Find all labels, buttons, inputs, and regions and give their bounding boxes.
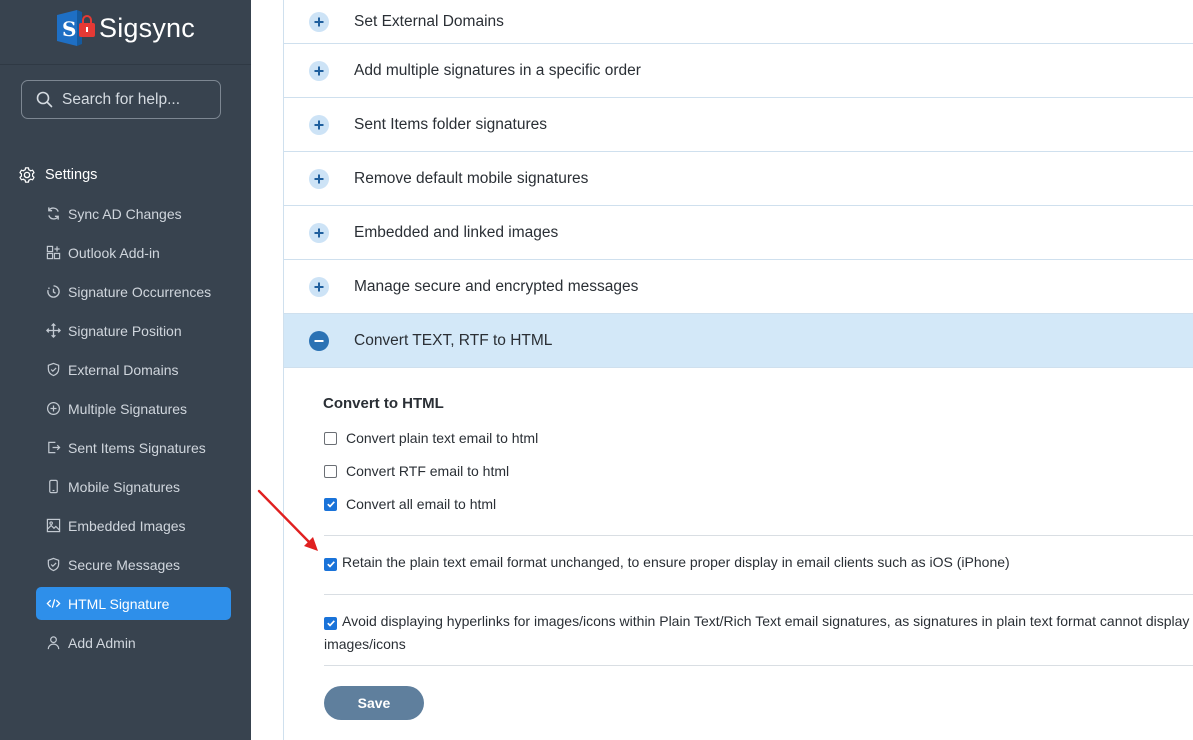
logo[interactable]: S Sigsync — [55, 8, 195, 48]
image-icon — [45, 518, 61, 534]
checkbox-convert-all[interactable] — [324, 497, 337, 511]
sync-icon — [45, 206, 61, 222]
mobile-icon — [45, 479, 61, 495]
sidebar-item-external-domains[interactable]: External Domains — [36, 350, 231, 389]
expand-plus-icon[interactable] — [309, 114, 329, 135]
expand-plus-icon[interactable] — [309, 60, 329, 81]
sigsync-logo-icon: S — [55, 9, 95, 47]
accordion-item-embedded-images[interactable]: Embedded and linked images — [284, 206, 1193, 260]
accordion-item-secure-messages[interactable]: Manage secure and encrypted messages — [284, 260, 1193, 314]
user-icon — [45, 635, 61, 651]
sidebar-item-signature-position[interactable]: Signature Position — [36, 311, 231, 350]
sidebar-item-mobile-signatures[interactable]: Mobile Signatures — [36, 467, 231, 506]
option-convert-plain-text[interactable]: Convert plain text email to html — [324, 430, 538, 446]
search-icon — [36, 91, 53, 108]
checkbox-avoid-hyperlinks[interactable] — [324, 616, 337, 630]
accordion-item-sent-items[interactable]: Sent Items folder signatures — [284, 98, 1193, 152]
accordion-item-convert-html[interactable]: Convert TEXT, RTF to HTML — [284, 314, 1193, 368]
sidebar-item-signature-occurrences[interactable]: Signature Occurrences — [36, 272, 231, 311]
expand-plus-icon[interactable] — [309, 222, 329, 243]
sidebar-item-sent-items-signatures[interactable]: Sent Items Signatures — [36, 428, 231, 467]
divider — [324, 594, 1193, 595]
sidebar-nav: Sync AD Changes Outlook Add-in Signature… — [36, 194, 231, 662]
checkbox-convert-rtf[interactable] — [324, 464, 337, 478]
sidebar-item-outlook-add-in[interactable]: Outlook Add-in — [36, 233, 231, 272]
sidebar: S Sigsync Search for help... Settings Sy… — [0, 0, 251, 740]
accordion-item-external-domains[interactable]: Set External Domains — [284, 0, 1193, 44]
plus-circle-icon — [45, 401, 61, 417]
svg-text:S: S — [62, 17, 76, 41]
sidebar-item-multiple-signatures[interactable]: Multiple Signatures — [36, 389, 231, 428]
sidebar-divider — [0, 64, 251, 65]
accordion-item-mobile-signatures[interactable]: Remove default mobile signatures — [284, 152, 1193, 206]
checkbox-convert-plain-text[interactable] — [324, 431, 337, 445]
save-button[interactable]: Save — [324, 686, 424, 720]
logo-text: Sigsync — [99, 12, 195, 43]
sidebar-item-sync-ad-changes[interactable]: Sync AD Changes — [36, 194, 231, 233]
gear-icon — [19, 167, 35, 183]
occurrence-icon — [45, 284, 61, 300]
divider — [324, 665, 1193, 666]
option-avoid-hyperlinks[interactable]: Avoid displaying hyperlinks for images/i… — [324, 610, 1190, 656]
expand-plus-icon[interactable] — [309, 168, 329, 189]
sidebar-item-embedded-images[interactable]: Embedded Images — [36, 506, 231, 545]
collapse-minus-icon[interactable] — [309, 330, 329, 351]
sidebar-section-settings[interactable]: Settings — [18, 164, 97, 186]
expand-plus-icon[interactable] — [309, 11, 329, 32]
shield-icon — [45, 362, 61, 378]
search-placeholder: Search for help... — [62, 90, 181, 108]
sidebar-item-add-admin[interactable]: Add Admin — [36, 623, 231, 662]
expand-plus-icon[interactable] — [309, 276, 329, 297]
code-icon — [45, 596, 61, 612]
sidebar-item-html-signature[interactable]: HTML Signature — [36, 587, 231, 620]
sent-icon — [45, 440, 61, 456]
panel-title: Convert to HTML — [323, 395, 444, 412]
move-icon — [45, 323, 61, 339]
settings-label: Settings — [45, 167, 98, 183]
option-retain-plain-text[interactable]: Retain the plain text email format uncha… — [324, 551, 1190, 574]
sidebar-item-secure-messages[interactable]: Secure Messages — [36, 545, 231, 584]
search-input[interactable]: Search for help... — [21, 80, 221, 119]
divider — [324, 535, 1193, 536]
add-in-icon — [45, 245, 61, 261]
option-convert-all[interactable]: Convert all email to html — [324, 496, 496, 512]
accordion-item-multiple-signatures[interactable]: Add multiple signatures in a specific or… — [284, 44, 1193, 98]
checkbox-retain-plain-text[interactable] — [324, 557, 337, 571]
option-convert-rtf[interactable]: Convert RTF email to html — [324, 463, 509, 479]
shield-check-icon — [45, 557, 61, 573]
main-content: Set External Domains Add multiple signat… — [283, 0, 1193, 740]
convert-html-panel: Convert to HTML Convert plain text email… — [284, 368, 1193, 740]
annotation-arrow-icon — [257, 489, 318, 551]
